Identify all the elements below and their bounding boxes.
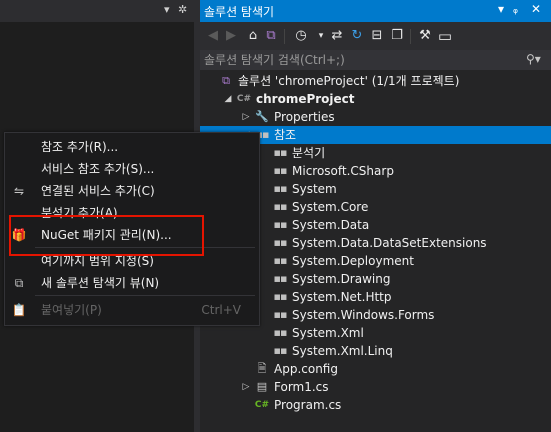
solution-icon: ⧉ bbox=[222, 74, 230, 87]
sync-icon[interactable]: ⇄ bbox=[328, 27, 346, 45]
tree-item-label: System.Windows.Forms bbox=[292, 308, 435, 322]
back-icon[interactable]: ◀ bbox=[204, 27, 222, 45]
panel-title: 솔루션 탐색기 bbox=[204, 5, 275, 19]
tree-item-label: System.Data.DataSetExtensions bbox=[292, 236, 487, 250]
properties-wrench-icon[interactable]: ⚒ bbox=[416, 27, 434, 45]
expanded-arrow-icon[interactable]: ◢ bbox=[222, 90, 234, 108]
tree-item[interactable]: 🗎 App.config bbox=[200, 360, 551, 378]
menu-item-label: 붙여넣기(P) bbox=[41, 303, 102, 317]
menu-item-label: 참조 추가(R)... bbox=[41, 140, 119, 154]
preview-icon[interactable]: ▭ bbox=[436, 27, 454, 45]
reference-icon: ▪▪ bbox=[273, 326, 288, 339]
wrench-icon: 🔧 bbox=[255, 110, 269, 123]
connected-service-icon: ⇋ bbox=[13, 184, 25, 198]
editor-tab-strip: ▾ ✲ bbox=[0, 0, 194, 22]
solution-explorer-title-bar: 솔루션 탐색기 ▾ ᵩ ✕ bbox=[200, 0, 551, 22]
menu-item[interactable]: 서비스 참조 추가(S)... bbox=[5, 158, 259, 180]
tree-item[interactable]: ◢ C# chromeProject bbox=[200, 90, 551, 108]
reference-icon: ▪▪ bbox=[273, 218, 288, 231]
tree-item-label: chromeProject bbox=[256, 92, 355, 106]
reference-icon: ▪▪ bbox=[273, 254, 288, 267]
menu-item-label: 서비스 참조 추가(S)... bbox=[41, 162, 155, 176]
tree-item-label: System.Drawing bbox=[292, 272, 391, 286]
toolbar-separator bbox=[410, 29, 411, 44]
window-position-chevron-icon[interactable]: ▾ bbox=[498, 2, 504, 16]
tree-item-label: Program.cs bbox=[274, 398, 342, 412]
csharp-project-icon: C# bbox=[236, 94, 252, 104]
csharp-file-icon: C# bbox=[254, 400, 270, 410]
tree-item-label: System.Data bbox=[292, 218, 370, 232]
forward-icon[interactable]: ▶ bbox=[222, 27, 240, 45]
reference-icon: ▪▪ bbox=[273, 308, 288, 321]
reference-icon: ▪▪ bbox=[273, 344, 288, 357]
solution-explorer-search[interactable]: ⚲▾ bbox=[200, 50, 551, 70]
tree-item-label: System.Xml bbox=[292, 326, 364, 340]
reference-icon: ▪▪ bbox=[273, 236, 288, 249]
menu-item[interactable]: 참조 추가(R)... bbox=[5, 136, 259, 158]
pin-icon[interactable]: ᵩ bbox=[513, 2, 518, 16]
analyzer-icon: ▪▪ bbox=[273, 146, 288, 159]
close-icon[interactable]: ✕ bbox=[531, 2, 541, 16]
menu-separator bbox=[35, 295, 255, 296]
menu-item: 📋 붙여넣기(P) Ctrl+V bbox=[5, 299, 259, 321]
collapse-all-icon[interactable]: ⊟ bbox=[368, 27, 386, 45]
new-explorer-view-icon: ⧉ bbox=[14, 276, 24, 290]
chevron-down-icon[interactable]: ▾ bbox=[164, 3, 170, 16]
search-icon[interactable]: ⚲▾ bbox=[526, 52, 541, 66]
annotation-highlight-box bbox=[9, 215, 204, 256]
tree-item[interactable]: C# Program.cs bbox=[200, 396, 551, 414]
tree-item-label: System.Net.Http bbox=[292, 290, 392, 304]
gear-icon[interactable]: ✲ bbox=[178, 3, 187, 16]
tree-item-label: Microsoft.CSharp bbox=[292, 164, 394, 178]
toolbar-separator bbox=[284, 29, 285, 44]
tree-item[interactable]: ⧉ 솔루션 'chromeProject' (1/1개 프로젝트) bbox=[200, 72, 551, 90]
tree-item-label: System.Deployment bbox=[292, 254, 414, 268]
menu-item[interactable]: ⧉ 새 솔루션 탐색기 뷰(N) bbox=[5, 272, 259, 294]
tree-item-label: App.config bbox=[274, 362, 338, 376]
collapsed-arrow-icon[interactable]: ▷ bbox=[240, 108, 252, 126]
show-all-files-icon[interactable]: ❐ bbox=[388, 27, 406, 45]
tree-item[interactable]: ▷ ▤ Form1.cs bbox=[200, 378, 551, 396]
form-icon: ▤ bbox=[256, 380, 268, 393]
tree-item-label: 분석기 bbox=[292, 146, 326, 160]
vs-switch-views-icon[interactable]: ⧉ bbox=[262, 27, 280, 45]
tree-item-label: Form1.cs bbox=[274, 380, 329, 394]
reference-icon: ▪▪ bbox=[273, 200, 288, 213]
refresh-icon[interactable]: ↻ bbox=[348, 27, 366, 45]
config-file-icon: 🗎 bbox=[257, 362, 267, 375]
tree-item-label: System.Xml.Linq bbox=[292, 344, 393, 358]
menu-item[interactable]: ⇋ 연결된 서비스 추가(C) bbox=[5, 180, 259, 202]
tree-item-label: System.Core bbox=[292, 200, 369, 214]
tree-item[interactable]: ▪▪ System.Xml.Linq bbox=[200, 342, 551, 360]
solution-explorer-toolbar: ◀ ▶ ⌂ ⧉ ◷ ▾ ⇄ ↻ ⊟ ❐ ⚒ ▭ bbox=[200, 22, 551, 50]
tree-item[interactable]: ▷ 🔧 Properties bbox=[200, 108, 551, 126]
history-icon[interactable]: ◷ bbox=[292, 27, 310, 45]
tree-item-label: System bbox=[292, 182, 337, 196]
collapsed-arrow-icon[interactable]: ▷ bbox=[240, 378, 252, 396]
menu-item-label: 연결된 서비스 추가(C) bbox=[41, 184, 155, 198]
reference-icon: ▪▪ bbox=[273, 182, 288, 195]
reference-icon: ▪▪ bbox=[273, 290, 288, 303]
paste-icon: 📋 bbox=[11, 303, 27, 317]
reference-icon: ▪▪ bbox=[273, 164, 288, 177]
tree-item-label: Properties bbox=[274, 110, 335, 124]
home-icon[interactable]: ⌂ bbox=[244, 27, 262, 45]
search-input[interactable] bbox=[200, 50, 520, 70]
menu-item-shortcut: Ctrl+V bbox=[201, 303, 241, 317]
tree-item-label: 참조 bbox=[274, 128, 297, 142]
menu-item-label: 새 솔루션 탐색기 뷰(N) bbox=[41, 276, 160, 290]
reference-icon: ▪▪ bbox=[273, 272, 288, 285]
tree-item[interactable]: ▪▪ System.Xml bbox=[200, 324, 551, 342]
tree-item-label: 솔루션 'chromeProject' (1/1개 프로젝트) bbox=[238, 74, 460, 88]
